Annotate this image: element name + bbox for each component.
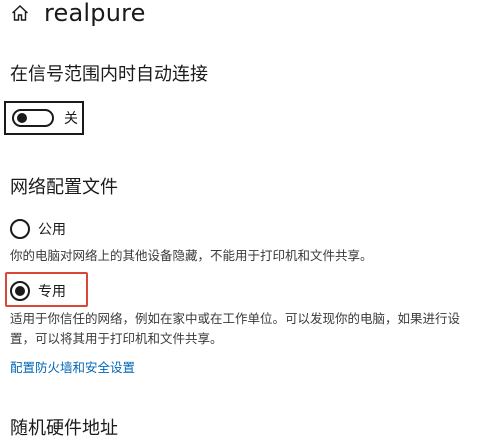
radio-public[interactable]: 公用 (10, 219, 66, 239)
radio-private[interactable]: 专用 (10, 281, 66, 301)
page-header: realpure (10, 0, 146, 30)
toggle-knob (17, 113, 27, 123)
auto-connect-toggle[interactable]: 关 (4, 101, 84, 135)
radio-private-label: 专用 (38, 284, 66, 300)
network-profile-title: 网络配置文件 (10, 177, 118, 198)
toggle-state-label: 关 (64, 111, 78, 127)
private-description: 适用于你信任的网络，例如在家中或在工作单位。可以发现你的电脑，如果进行设置，可以… (10, 311, 461, 346)
radio-public-label: 公用 (38, 222, 66, 238)
firewall-settings-link[interactable]: 配置防火墙和安全设置 (10, 357, 135, 376)
public-description: 你的电脑对网络上的其他设备隐藏，不能用于打印机和文件共享。 (10, 248, 373, 263)
radio-public-circle[interactable] (10, 219, 30, 239)
toggle-switch[interactable] (12, 109, 54, 127)
radio-private-circle[interactable] (10, 281, 30, 301)
home-icon[interactable] (10, 3, 30, 23)
page-title: realpure (44, 0, 146, 27)
auto-connect-title: 在信号范围内时自动连接 (10, 64, 208, 85)
random-hardware-address-title: 随机硬件地址 (10, 418, 118, 439)
